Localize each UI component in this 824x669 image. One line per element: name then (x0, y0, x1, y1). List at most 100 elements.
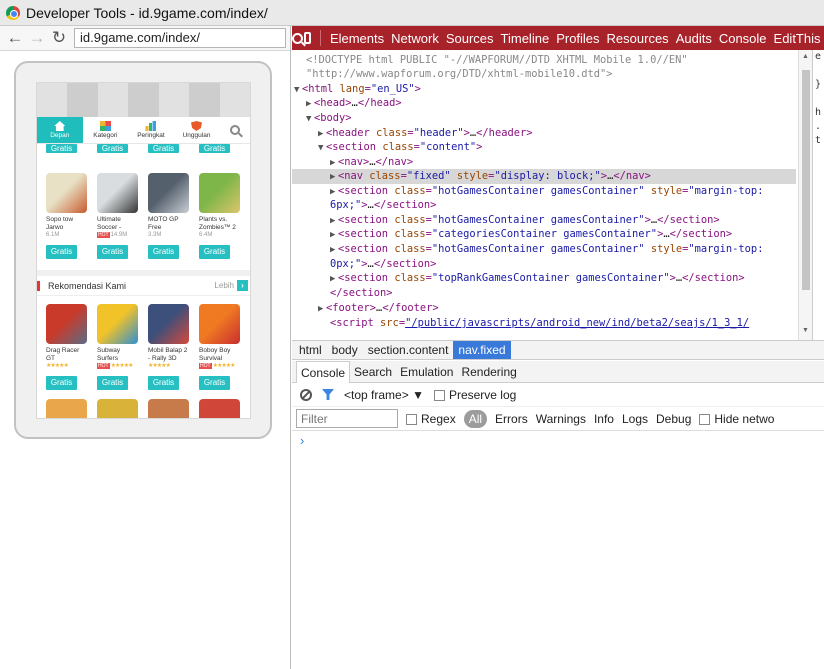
app-card[interactable] (97, 399, 138, 418)
app-card[interactable] (148, 399, 189, 418)
dom-node-doctype[interactable]: <!DOCTYPE html PUBLIC "-//WAPFORUM//DTD … (292, 53, 796, 68)
gratis-button[interactable]: Gratis (46, 144, 77, 153)
tab-elements[interactable]: Elements (326, 31, 387, 46)
filter-icon[interactable] (322, 389, 334, 400)
gratis-button[interactable]: Gratis (97, 245, 128, 259)
console-prompt[interactable]: › (300, 433, 304, 448)
dom-node-doctype[interactable]: "http://www.wapforum.org/DTD/xhtml-mobil… (292, 67, 796, 82)
level-info-button[interactable]: Info (594, 412, 614, 426)
collapsed-triangle-icon[interactable]: ▶ (306, 97, 314, 112)
app-card[interactable]: Plants vs. Zombies™ 2 6.4M Gratis (199, 173, 240, 259)
tab-timeline[interactable]: Timeline (497, 31, 553, 46)
tab-depan[interactable]: Depan (37, 117, 83, 143)
dom-node-script[interactable]: <script src="/public/javascripts/android… (292, 316, 796, 331)
elements-scrollbar[interactable]: ▲ ▼ (798, 50, 812, 340)
breadcrumb-body[interactable]: body (327, 341, 363, 359)
dom-node-section-hotgames[interactable]: ▶ <section class="hotGamesContainer games… (292, 184, 796, 199)
collapsed-triangle-icon[interactable]: ▶ (318, 302, 326, 317)
tab-resources[interactable]: Resources (603, 31, 672, 46)
elements-tree[interactable]: <!DOCTYPE html PUBLIC "-//WAPFORUM//DTD … (292, 50, 798, 340)
level-debug-button[interactable]: Debug (656, 412, 691, 426)
script-src-link[interactable]: "/public/javascripts/android_new/ind/bet… (405, 317, 749, 329)
tab-console[interactable]: Console (715, 31, 770, 46)
collapsed-triangle-icon[interactable]: ▶ (330, 272, 338, 287)
dom-node-nav-fixed-selected[interactable]: ▶ <nav class="fixed" style="display: bloc… (292, 169, 796, 184)
app-icon (148, 304, 189, 344)
back-arrow-icon[interactable]: ← (4, 28, 26, 48)
gratis-button[interactable]: Gratis (199, 144, 230, 153)
tab-network[interactable]: Network (388, 31, 443, 46)
regex-checkbox[interactable]: Regex (406, 412, 456, 426)
breadcrumb-html[interactable]: html (294, 341, 327, 359)
gratis-button[interactable]: Gratis (97, 376, 128, 390)
dom-node-header[interactable]: ▶ <header class="header">…</header> (292, 126, 796, 141)
app-card[interactable]: Drag Racer GT ★★★★★ Gratis (46, 304, 87, 390)
level-all-button[interactable]: All (463, 409, 488, 428)
drawer-tab-emulation[interactable]: Emulation (396, 361, 457, 383)
dom-node-section-hotgames[interactable]: ▶ <section class="hotGamesContainer games… (292, 242, 796, 257)
dom-node-footer[interactable]: ▶ <footer>…</footer> (292, 301, 796, 316)
gratis-button[interactable]: Gratis (199, 245, 230, 259)
site-search-button[interactable] (219, 117, 250, 143)
app-card[interactable]: Boboy Boy Survival HOT ★★★★★ Gratis (199, 304, 240, 390)
drawer-tab-rendering[interactable]: Rendering (457, 361, 520, 383)
level-errors-button[interactable]: Errors (495, 412, 528, 426)
app-card[interactable]: Mobil Balap 2 - Rally 3D ★★★★★ Gratis (148, 304, 189, 390)
tab-editthis[interactable]: EditThis (770, 31, 824, 46)
level-warnings-button[interactable]: Warnings (536, 412, 586, 426)
expanded-triangle-icon[interactable]: ▼ (318, 141, 326, 156)
tab-unggulan[interactable]: Unggulan (174, 117, 220, 143)
tab-audits[interactable]: Audits (672, 31, 715, 46)
app-card[interactable] (46, 399, 87, 418)
gratis-button[interactable]: Gratis (148, 245, 179, 259)
clear-console-icon[interactable] (300, 388, 312, 401)
app-name: Mobil Balap 2 - Rally 3D (148, 347, 188, 362)
preserve-log-checkbox[interactable]: Preserve log (433, 388, 516, 402)
forward-arrow-icon[interactable]: → (26, 28, 48, 48)
dom-node-html[interactable]: ▼ <html lang="en_US"> (292, 82, 796, 97)
dom-node-head[interactable]: ▶ <head>…</head> (292, 96, 796, 111)
reload-icon[interactable]: ↻ (48, 28, 70, 48)
app-card[interactable]: Sopo tow Jarwo 6.1M Gratis (46, 173, 87, 259)
level-logs-button[interactable]: Logs (622, 412, 648, 426)
tab-sources[interactable]: Sources (442, 31, 497, 46)
dom-node-body[interactable]: ▼ <body> (292, 111, 796, 126)
address-bar[interactable]: id.9game.com/index/ (74, 28, 286, 48)
gratis-button[interactable]: Gratis (46, 245, 77, 259)
expanded-triangle-icon[interactable]: ▼ (306, 112, 314, 127)
gratis-button[interactable]: Gratis (148, 144, 179, 153)
more-link[interactable]: Lebih › (214, 280, 248, 291)
dom-node-section-toprank[interactable]: ▶ <section class="topRankGamesContainer g… (292, 271, 796, 286)
breadcrumb-nav-fixed[interactable]: nav.fixed (453, 341, 511, 359)
dom-node-section-content[interactable]: ▼ <section class="content"> (292, 140, 796, 155)
collapsed-triangle-icon[interactable]: ▶ (330, 170, 338, 185)
dom-node-nav[interactable]: ▶ <nav>…</nav> (292, 155, 796, 170)
frame-select[interactable]: <top frame> ▼ (344, 388, 424, 402)
inspect-button[interactable] (292, 26, 303, 50)
hide-network-checkbox[interactable]: Hide netwo (699, 412, 774, 426)
tab-peringkat[interactable]: Peringkat (128, 117, 174, 143)
filter-input[interactable] (296, 409, 398, 428)
dom-node-section-categories[interactable]: ▶ <section class="categoriesContainer gam… (292, 227, 796, 242)
tab-profiles[interactable]: Profiles (553, 31, 603, 46)
drawer-tab-console[interactable]: Console (296, 360, 351, 383)
app-card[interactable]: Subway Surfers HOT ★★★★★ Gratis (97, 304, 138, 390)
scrollbar-thumb[interactable] (802, 70, 810, 290)
collapsed-triangle-icon[interactable]: ▶ (330, 228, 338, 243)
attr-value: 0px;" (330, 258, 362, 270)
breadcrumb-section-content[interactable]: section.content (363, 341, 454, 359)
styles-sidepane: e } h . t (812, 50, 824, 340)
app-card[interactable]: Ultimate Soccer - HOT 14.9M Gratis (97, 173, 138, 259)
dom-node-section-hotgames[interactable]: ▶ <section class="hotGamesContainer games… (292, 213, 796, 228)
drawer-tab-search[interactable]: Search (350, 361, 396, 383)
gratis-button[interactable]: Gratis (148, 376, 179, 390)
gratis-button[interactable]: Gratis (46, 376, 77, 390)
app-card[interactable]: MOTO GP Free 3.3M Gratis (148, 173, 189, 259)
gratis-button[interactable]: Gratis (199, 376, 230, 390)
app-card[interactable] (199, 399, 240, 418)
scroll-up-icon[interactable]: ▲ (802, 53, 809, 60)
scroll-down-icon[interactable]: ▼ (802, 327, 809, 334)
collapsed-triangle-icon[interactable]: ▶ (330, 243, 338, 258)
gratis-button[interactable]: Gratis (97, 144, 128, 153)
tab-kategori[interactable]: Kategori (83, 117, 129, 143)
